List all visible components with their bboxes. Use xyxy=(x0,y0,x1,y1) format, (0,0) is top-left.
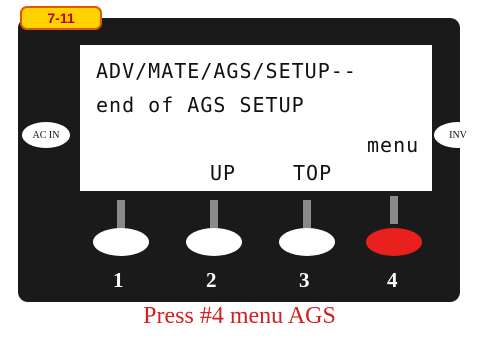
instruction-caption: Press #4 menu AGS xyxy=(143,303,336,329)
softkey-3-stem xyxy=(303,200,311,228)
lcd-screen: ADV/MATE/AGS/SETUP-- end of AGS SETUP me… xyxy=(80,45,432,191)
softkey-2-button[interactable] xyxy=(186,228,242,256)
step-tab: 7-11 xyxy=(20,6,102,30)
lcd-softkey-label-menu: menu xyxy=(367,133,420,157)
ac-in-label: AC IN xyxy=(32,129,60,141)
lcd-line-1: ADV/MATE/AGS/SETUP-- xyxy=(96,59,357,83)
lcd-softkey-label-top: TOP xyxy=(293,161,333,185)
softkey-3-number: 3 xyxy=(299,268,310,292)
inv-button[interactable]: INV xyxy=(434,122,479,148)
softkey-1-number: 1 xyxy=(113,268,124,292)
ac-in-button[interactable]: AC IN xyxy=(22,122,70,148)
softkey-4-number: 4 xyxy=(387,268,398,292)
softkey-4-button[interactable] xyxy=(366,228,422,256)
softkey-2-stem xyxy=(210,200,218,228)
softkey-1-button[interactable] xyxy=(93,228,149,256)
step-tab-label: 7-11 xyxy=(47,10,75,26)
inv-label: INV xyxy=(449,129,467,141)
softkey-2-number: 2 xyxy=(206,268,217,292)
softkey-3-button[interactable] xyxy=(279,228,335,256)
softkey-1-stem xyxy=(117,200,125,228)
lcd-softkey-label-up: UP xyxy=(210,161,237,185)
lcd-line-2: end of AGS SETUP xyxy=(96,93,305,117)
softkey-4-stem xyxy=(390,196,398,224)
